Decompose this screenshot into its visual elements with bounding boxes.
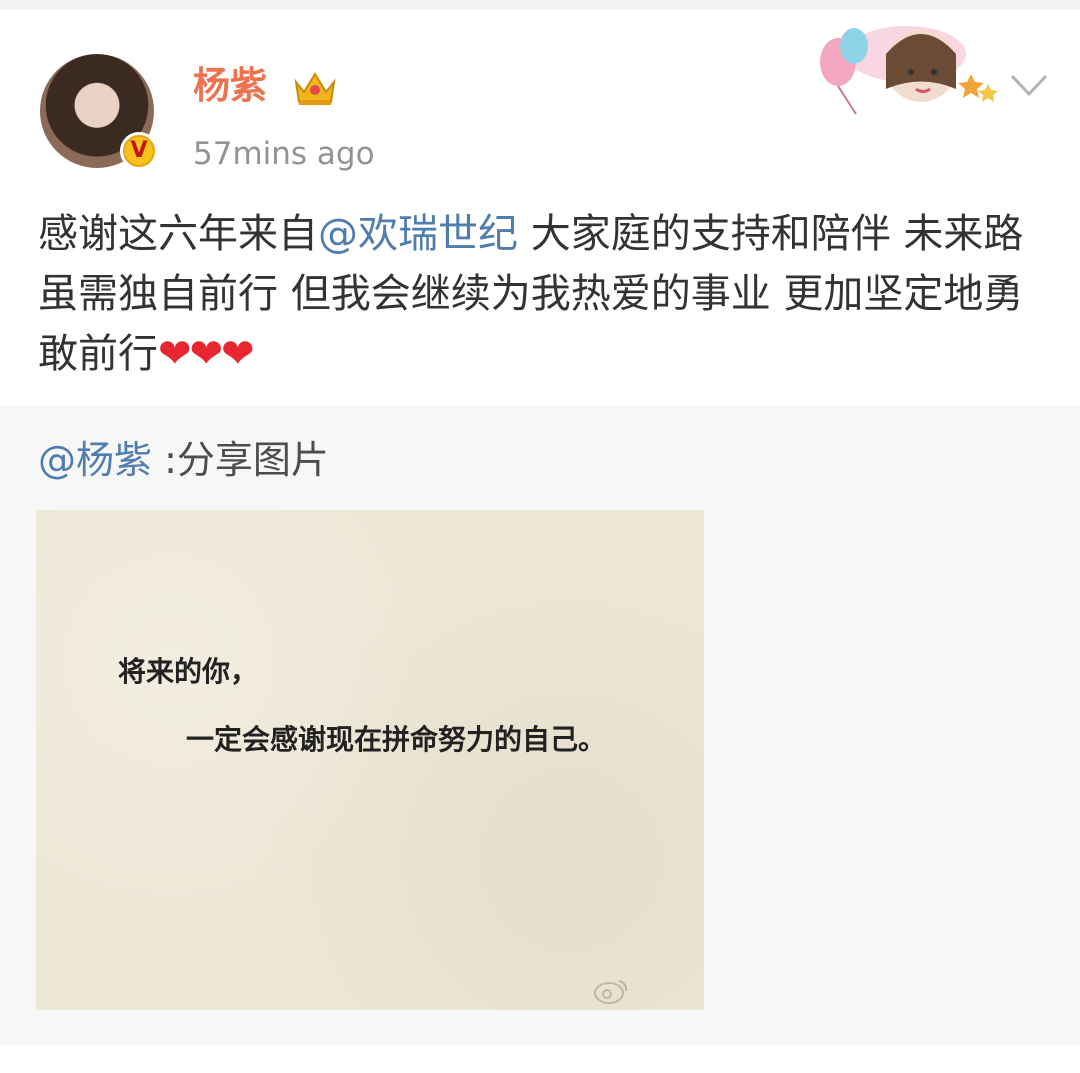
repost-image[interactable]: 将来的你， 一定会感谢现在拼命努力的自己。 xyxy=(36,510,704,1010)
image-text-line1: 将来的你， xyxy=(118,655,259,688)
card-decoration-icon xyxy=(820,26,998,115)
crown-icon[interactable] xyxy=(292,68,338,108)
top-divider xyxy=(0,0,1080,10)
weibo-post-card[interactable]: V 杨紫 57mins ago 感谢这六年来自@欢瑞世纪 大家庭的支持和陪伴 未… xyxy=(0,10,1080,405)
verified-icon: V xyxy=(120,132,158,170)
weibo-watermark-icon xyxy=(594,980,628,1004)
post-timestamp: 57mins ago xyxy=(193,136,375,172)
post-text-prefix: 感谢这六年来自 xyxy=(38,211,318,257)
image-text-line2: 一定会感谢现在拼命努力的自己。 xyxy=(186,723,607,756)
verified-badge-label: V xyxy=(125,137,153,165)
post-text: 感谢这六年来自@欢瑞世纪 大家庭的支持和陪伴 未来路 虽需独自前行 但我会继续为… xyxy=(38,204,1048,384)
bottom-spacer xyxy=(0,1045,1080,1073)
heart-emoji-icon: ❤❤❤ xyxy=(158,331,255,377)
repost-caption: @杨紫 :分享图片 xyxy=(38,435,329,485)
repost-caption-text: :分享图片 xyxy=(152,438,329,482)
mention-link[interactable]: @欢瑞世纪 xyxy=(318,211,518,257)
chevron-down-icon[interactable] xyxy=(1008,70,1050,100)
avatar[interactable]: V xyxy=(40,54,158,170)
repost-block[interactable]: @杨紫 :分享图片 将来的你， 一定会感谢现在拼命努力的自己。 xyxy=(0,405,1080,1045)
username[interactable]: 杨紫 xyxy=(193,64,267,108)
repost-mention-link[interactable]: @杨紫 xyxy=(38,438,152,482)
